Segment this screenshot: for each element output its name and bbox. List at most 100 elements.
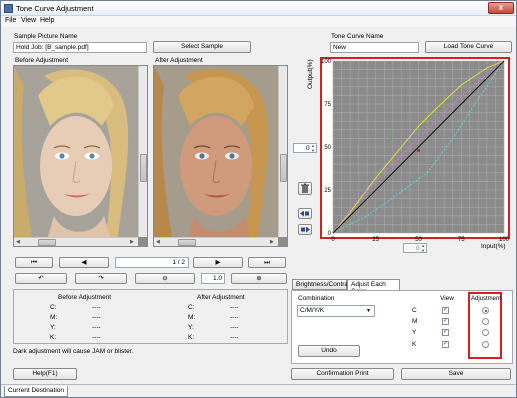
first-page-button[interactable]: ⏮	[15, 257, 53, 268]
value-row-label: Y:	[50, 324, 56, 331]
page-indicator[interactable]: 1 / 2	[115, 257, 189, 268]
value-after: ----	[230, 324, 239, 331]
warning-text: Dark adjustment will cause JAM or bliste…	[13, 348, 134, 355]
x-tick-label: 75	[458, 237, 465, 242]
value-row-label: M:	[188, 314, 196, 321]
next-page-icon: ▶	[215, 259, 221, 266]
after-portrait-illustration	[154, 66, 278, 237]
chevron-down-icon: ▼	[366, 308, 371, 314]
view-checkbox-m[interactable]: ✓	[442, 318, 449, 325]
rotate-right-icon: ↷	[98, 275, 104, 282]
adjust-radio-m[interactable]	[482, 318, 489, 325]
sample-picture-field[interactable]: Hold Job: [B_sample.pdf]	[13, 42, 147, 53]
curve-control-point[interactable]	[417, 148, 420, 152]
channel-label-k: K	[412, 341, 417, 348]
after-image-vertical-scrollbar[interactable]	[278, 66, 287, 237]
save-button[interactable]: Save	[401, 368, 511, 380]
x-tick-label: 100	[499, 237, 510, 242]
next-point-button[interactable]	[298, 224, 312, 235]
scroll-right-icon[interactable]: ▶	[130, 239, 134, 245]
output-value: 0	[306, 145, 310, 152]
total-pages: 2	[181, 259, 185, 266]
color-values-panel: Before Adjustment After Adjustment C: --…	[13, 289, 288, 344]
tone-curve-name-label: Tone Curve Name	[331, 33, 384, 40]
prev-point-button[interactable]	[298, 208, 312, 219]
after-adjustment-image[interactable]: ◀ ▶	[153, 65, 288, 247]
value-before: ----	[92, 304, 101, 311]
help-button[interactable]: Help(F1)	[13, 368, 77, 380]
tone-curve-graph[interactable]: 00252550507575100100	[320, 57, 510, 242]
after-image-vertical-thumb[interactable]	[280, 154, 287, 182]
before-image-vertical-thumb[interactable]	[140, 154, 147, 182]
prev-page-button[interactable]: ◀	[59, 257, 109, 268]
zoom-in-button[interactable]: ⊕	[231, 273, 287, 284]
scroll-left-icon[interactable]: ◀	[156, 239, 160, 245]
x-tick-label: 25	[372, 237, 379, 242]
current-page: 1	[172, 259, 176, 266]
value-row-label: Y:	[188, 324, 194, 331]
value-row-label: K:	[188, 334, 195, 341]
after-image-label: After Adjustment	[155, 57, 203, 64]
value-after: ----	[230, 334, 239, 341]
curve-control-point[interactable]	[389, 137, 393, 140]
adjust-radio-y[interactable]	[482, 329, 489, 336]
y-tick-label: 50	[324, 145, 331, 151]
next-page-button[interactable]: ▶	[193, 257, 243, 268]
adjust-radio-c[interactable]	[482, 307, 489, 314]
adjustment-highlight-box: Adjustment	[468, 292, 502, 359]
menu-view[interactable]: View	[21, 17, 36, 24]
spin-down-icon[interactable]: ▼	[421, 248, 425, 253]
before-image-label: Before Adjustment	[15, 57, 69, 64]
view-checkbox-c[interactable]: ✓	[442, 307, 449, 314]
values-before-header: Before Adjustment	[58, 294, 112, 301]
tab-brightness-contrast[interactable]: Brightness/Contrast	[292, 279, 353, 290]
select-sample-button[interactable]: Select Sample	[153, 41, 251, 53]
confirmation-print-button[interactable]: Confirmation Print	[291, 368, 394, 380]
combination-label: Combination	[298, 295, 335, 302]
scroll-left-icon[interactable]: ◀	[16, 239, 20, 245]
load-tone-curve-button[interactable]: Load Tone Curve	[425, 41, 512, 53]
after-image-horizontal-thumb[interactable]	[178, 239, 196, 246]
window-title: Tone Curve Adjustment	[16, 4, 94, 13]
view-column-header: View	[440, 295, 454, 302]
app-icon	[4, 4, 13, 13]
before-image-horizontal-thumb[interactable]	[38, 239, 56, 246]
zoom-out-button[interactable]: ⊖	[135, 273, 195, 284]
trash-icon	[301, 183, 309, 193]
current-destination-tab[interactable]: Current Destination	[4, 386, 68, 397]
rotate-left-icon: ↶	[38, 275, 44, 282]
close-button[interactable]: x	[488, 2, 514, 14]
combination-select[interactable]: C/M/Y/K ▼	[297, 305, 375, 317]
adjust-each-color-panel: Combination C/M/Y/K ▼ View Adjustment C …	[291, 290, 513, 364]
undo-button[interactable]: Undo	[298, 345, 360, 357]
before-adjustment-image[interactable]: ◀ ▶	[13, 65, 148, 247]
first-page-icon: ⏮	[31, 259, 37, 266]
graph-x-axis-label: Input(%)	[481, 243, 506, 250]
zoom-out-icon: ⊖	[162, 275, 168, 282]
value-before: ----	[92, 334, 101, 341]
value-row-label: K:	[50, 334, 57, 341]
after-image-horizontal-scrollbar[interactable]: ◀ ▶	[154, 237, 278, 246]
rotate-right-button[interactable]: ↷	[75, 273, 127, 284]
menu-help[interactable]: Help	[40, 17, 54, 24]
scroll-right-icon[interactable]: ▶	[270, 239, 274, 245]
before-image-horizontal-scrollbar[interactable]: ◀ ▶	[14, 237, 138, 246]
delete-point-button[interactable]	[298, 182, 312, 195]
tone-curve-name-field[interactable]: New	[330, 42, 419, 53]
values-after-header: After Adjustment	[197, 294, 245, 301]
output-value-spinner[interactable]: 0 ▲ ▼	[293, 143, 317, 153]
value-before: ----	[92, 314, 101, 321]
rotate-left-button[interactable]: ↶	[15, 273, 67, 284]
adjust-radio-k[interactable]	[482, 341, 489, 348]
view-checkbox-y[interactable]: ✓	[442, 329, 449, 336]
before-image-vertical-scrollbar[interactable]	[138, 66, 147, 237]
input-value-spinner[interactable]: 0 ▲ ▼	[403, 243, 427, 253]
view-checkbox-k[interactable]: ✓	[442, 341, 449, 348]
zoom-field[interactable]: 1.0	[201, 273, 225, 284]
menu-file[interactable]: File	[5, 17, 16, 24]
sample-picture-label: Sample Picture Name	[14, 33, 78, 40]
last-page-button[interactable]: ⏭	[248, 257, 286, 268]
combination-value: C/M/Y/K	[300, 307, 325, 314]
curve-point-left-icon	[300, 210, 309, 217]
spin-down-icon[interactable]: ▼	[311, 148, 315, 153]
